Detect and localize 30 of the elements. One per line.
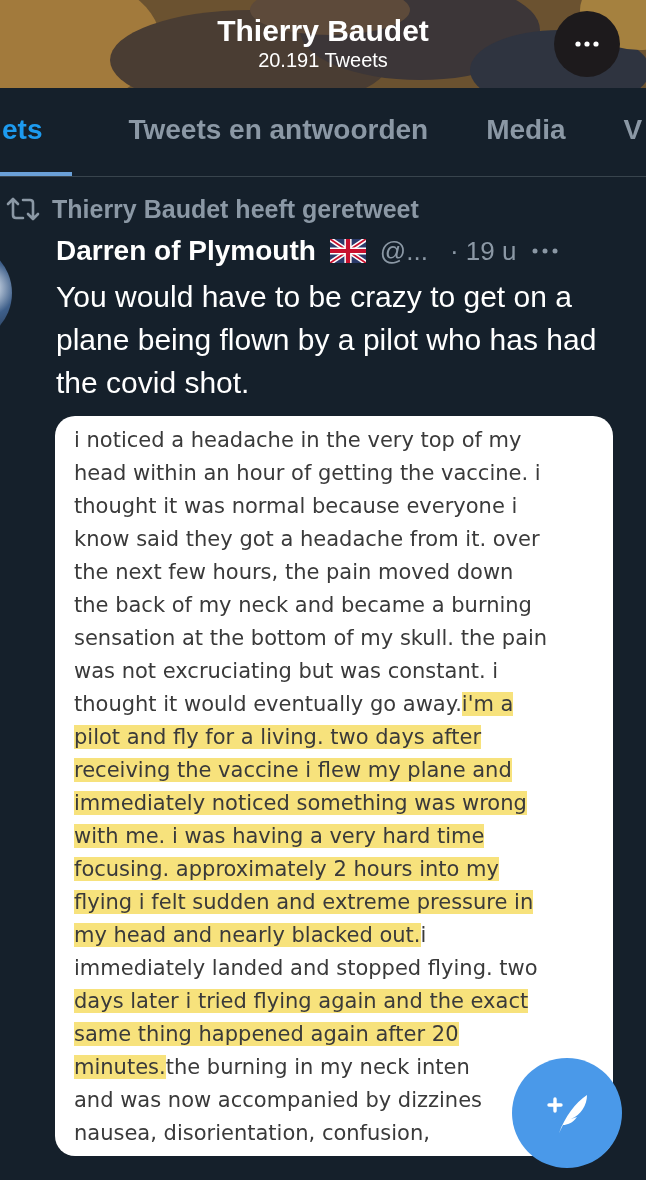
flag-icon bbox=[329, 239, 366, 263]
text-line: my head and nearly blacked out.i bbox=[74, 922, 427, 949]
retweet-icon bbox=[6, 197, 40, 221]
text-line: immediately landed and stopped flying. two bbox=[74, 955, 538, 982]
tab[interactable]: Media bbox=[484, 88, 568, 176]
text-line: nausea, disorientation, confusion, bbox=[74, 1120, 430, 1147]
text-line: i noticed a headache in the very top of my bbox=[74, 427, 522, 454]
tweet-time: · 19 u bbox=[449, 235, 517, 267]
tab[interactable]: V bbox=[621, 88, 645, 176]
author-name[interactable]: Darren of Plymouth bbox=[56, 235, 316, 267]
text-line: sensation at the bottom of my skull. the pain bbox=[74, 625, 548, 652]
text-line: know said they got a headache from it. over bbox=[74, 526, 540, 553]
retweet-note: Thierry Baudet heeft geretweet bbox=[52, 194, 419, 224]
attached-image[interactable] bbox=[55, 416, 613, 1156]
tweet-count: 20.191 Tweets bbox=[258, 48, 388, 72]
text-line: head within an hour of getting the vaccine. i bbox=[74, 460, 541, 487]
text-line: thought it would eventually go away.i'm a bbox=[74, 691, 514, 718]
text-line: and was now accompanied by dizzines bbox=[74, 1087, 483, 1114]
more-icon[interactable] bbox=[532, 248, 559, 254]
profile-name: Thierry Baudet bbox=[217, 14, 429, 48]
text-line: thought it was normal because everyone i bbox=[74, 493, 518, 520]
text-line: was not excruciating but was constant. i bbox=[74, 658, 499, 685]
tab[interactable]: Tweets en antwoorden bbox=[126, 88, 431, 176]
more-icon bbox=[575, 41, 599, 47]
tweet-text: You would have to be crazy to get on a plane being flown by a pilot who has had the covid shot. bbox=[56, 279, 598, 401]
text-line: minutes.the burning in my neck inten bbox=[74, 1054, 470, 1081]
author-handle: @... bbox=[379, 235, 428, 267]
text-line: the next few hours, the pain moved down bbox=[74, 559, 514, 586]
tab[interactable]: ets bbox=[0, 88, 73, 176]
text-line: the back of my neck and became a burning bbox=[74, 592, 532, 619]
